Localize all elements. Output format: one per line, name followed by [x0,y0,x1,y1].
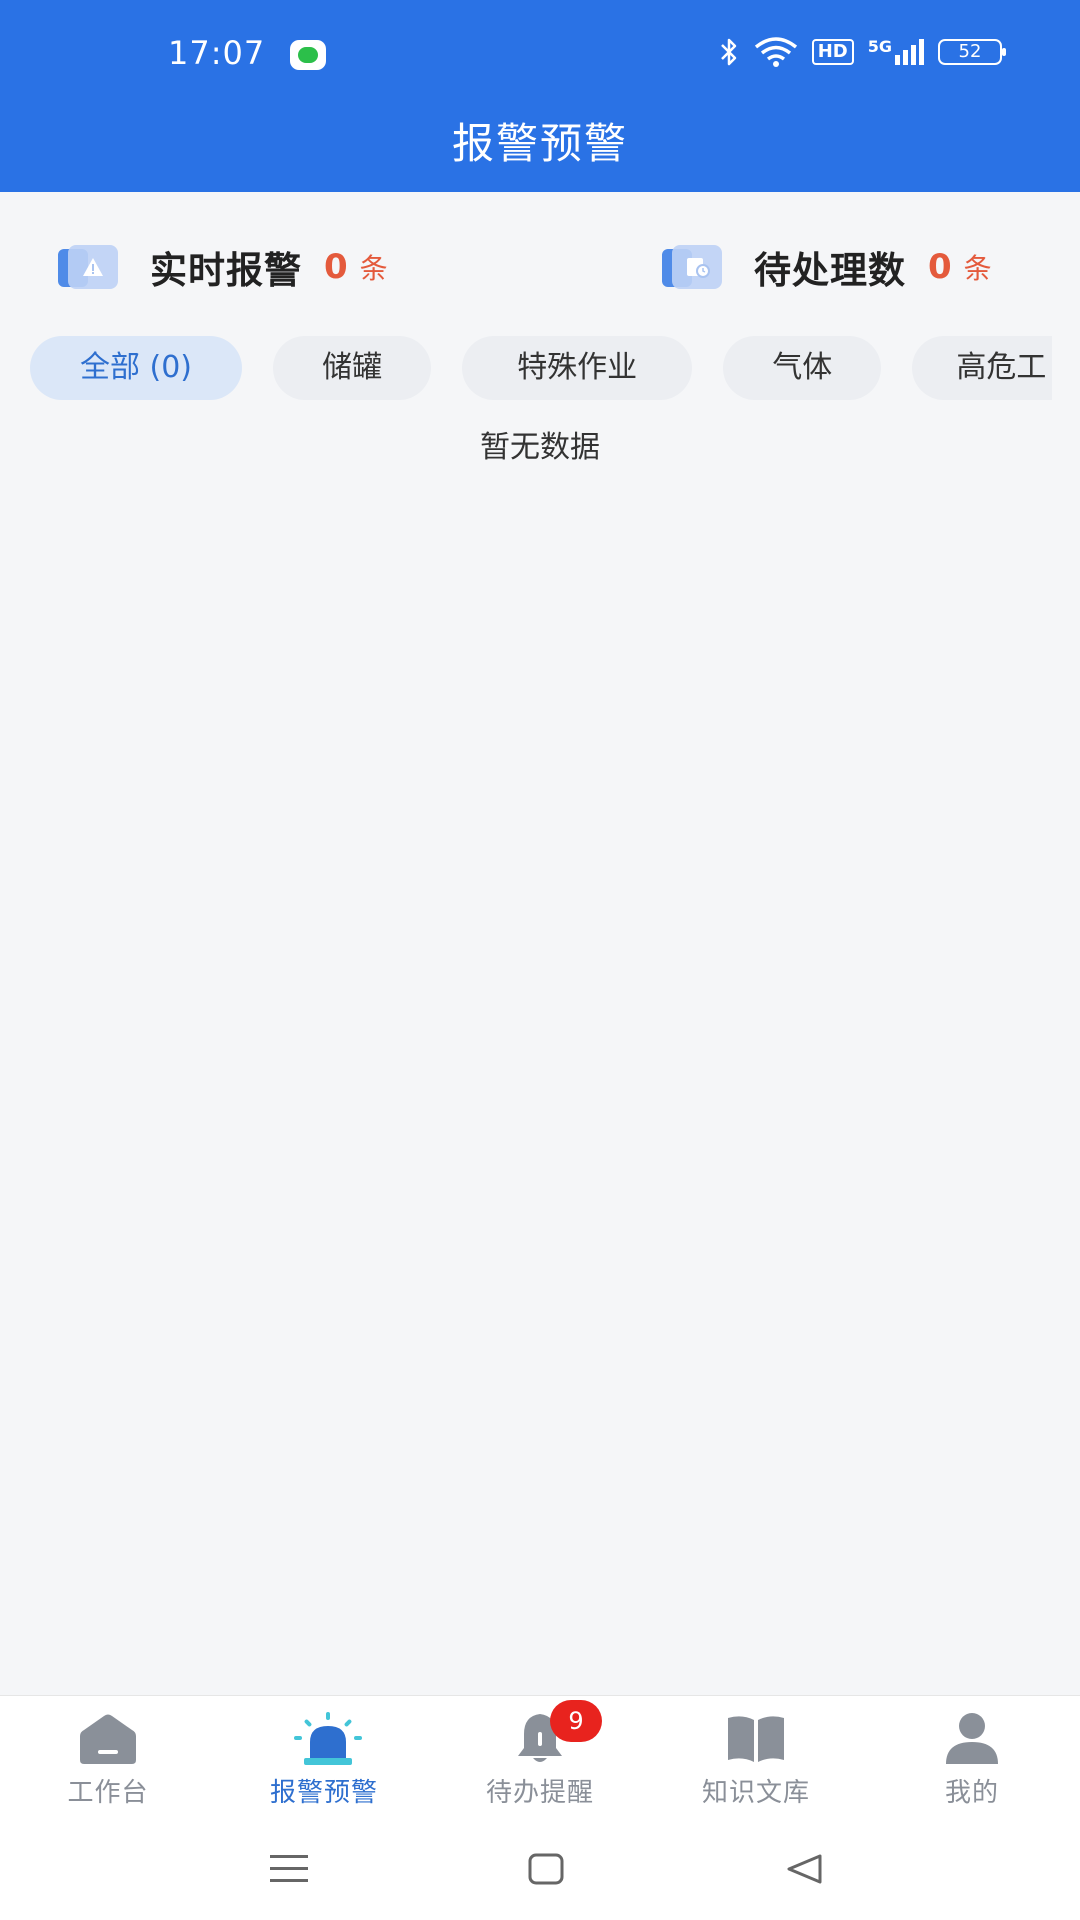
hd-indicator: HD [811,39,854,65]
system-navigation-bar [0,1825,1080,1920]
back-triangle-icon[interactable] [786,1853,822,1885]
alarm-light-icon [292,1710,362,1766]
tab-alarm-label: 报警预警 [269,1778,378,1808]
status-time: 17:07 [168,34,266,72]
tab-todo[interactable]: 待办提醒 [432,1710,648,1809]
tab-workbench[interactable]: 工作台 [0,1710,216,1809]
chip-tank[interactable]: 储罐 [273,336,432,400]
menu-icon[interactable] [270,1853,308,1885]
realtime-alarm-unit: 条 [359,252,388,285]
battery-level: 52 [958,41,982,62]
category-filter-chips: 全部 (0) 储罐 特殊作业 气体 高危工 [30,336,1052,400]
tab-alarm[interactable]: 报警预警 [216,1710,432,1809]
empty-state-text: 暂无数据 [480,430,600,465]
tab-knowledge[interactable]: 知识文库 [648,1710,864,1809]
realtime-alarm-count: 0 [324,247,348,287]
page-title: 报警预警 [451,119,628,168]
pending-unit: 条 [963,252,992,285]
realtime-alarm-label: 实时报警 [150,249,302,292]
cell-signal-icon: 5G [868,39,924,65]
alarm-summary: 实时报警 0 条 待处理数 0 条 [0,192,1080,332]
chip-high-risk[interactable]: 高危工 [912,336,1052,400]
battery-indicator: 52 [938,39,1006,65]
tab-knowledge-label: 知识文库 [701,1778,810,1808]
chip-all[interactable]: 全部 (0) [30,336,242,400]
user-icon [940,1710,1004,1766]
todo-count-badge: 9 [550,1700,602,1742]
summary-realtime-alarm[interactable]: 实时报警 0 条 [58,240,388,294]
warning-icon [58,245,120,289]
status-icons: HD 5G 52 [718,36,1006,68]
bottom-tab-bar: 工作台 报警预警 待办提醒 9 知识文库 我的 [0,1695,1080,1825]
wifi-icon [754,37,797,67]
status-bar: 17:07 HD 5G 52 [0,0,1080,110]
home-icon [76,1710,140,1766]
summary-pending[interactable]: 待处理数 0 条 [662,240,992,294]
chat-notification-icon [290,40,326,70]
bluetooth-icon [720,38,736,66]
tab-workbench-label: 工作台 [67,1778,149,1808]
pending-count: 0 [928,247,952,287]
pending-clock-icon [662,245,724,289]
tab-mine[interactable]: 我的 [864,1710,1080,1809]
chip-special-work[interactable]: 特殊作业 [462,336,693,400]
app-header: 17:07 HD 5G 52 报警预警 [0,0,1080,192]
network-type-label: 5G [867,37,892,56]
book-icon [724,1710,788,1766]
pending-label: 待处理数 [754,249,906,292]
chip-gas[interactable]: 气体 [723,336,882,400]
tab-todo-label: 待办提醒 [485,1778,594,1808]
tab-mine-label: 我的 [944,1778,999,1808]
home-square-icon[interactable] [528,1853,564,1885]
